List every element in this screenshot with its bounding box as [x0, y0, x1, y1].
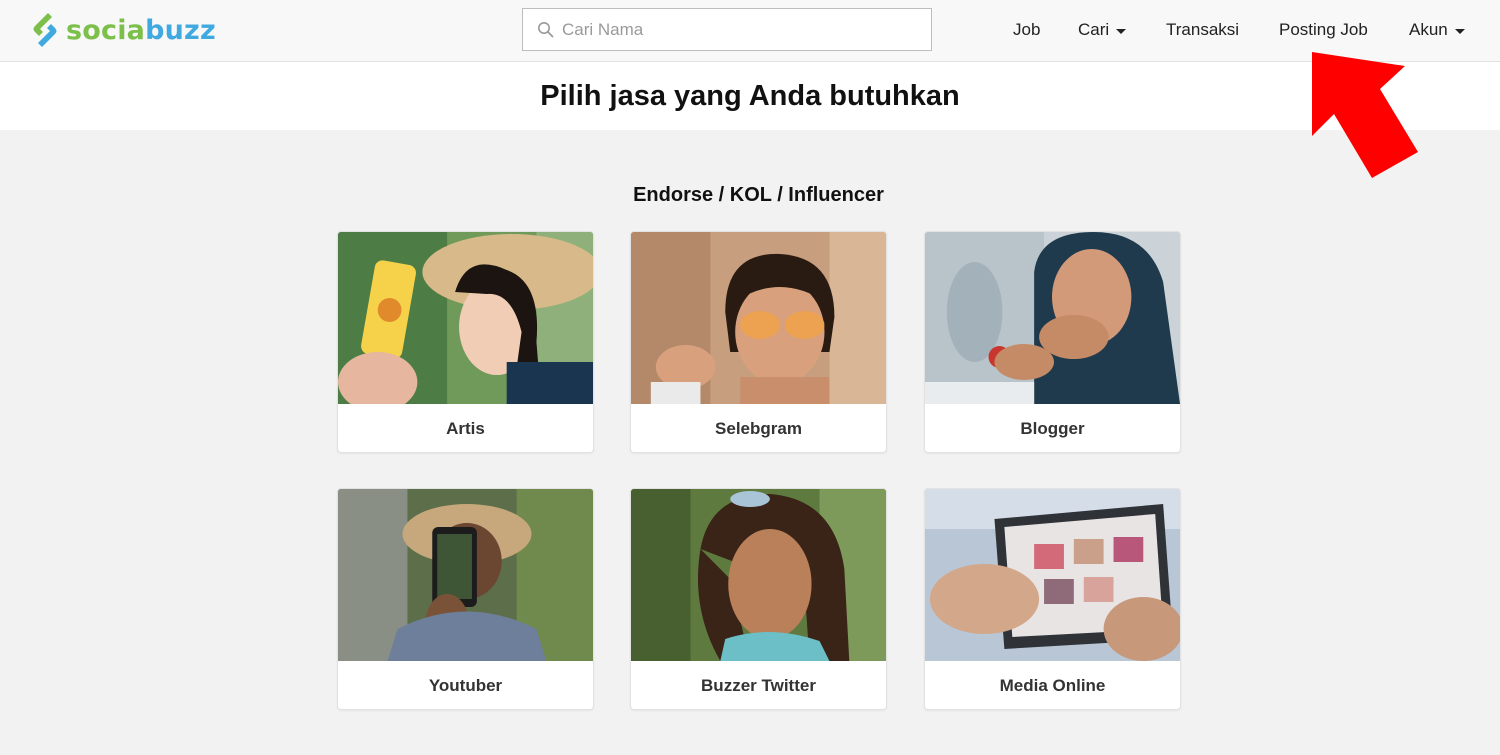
nav-cari-label: Cari [1078, 20, 1110, 39]
card-photo [338, 232, 593, 404]
card-label: Media Online [999, 676, 1106, 695]
category-card-media-online[interactable]: Media Online [924, 488, 1181, 710]
nav-akun-label: Akun [1409, 20, 1448, 39]
card-photo [338, 489, 593, 661]
card-photo [925, 489, 1180, 661]
nav-cari-dropdown[interactable]: Cari [1078, 0, 1127, 60]
nav-posting-job[interactable]: Posting Job [1279, 0, 1368, 60]
search-input[interactable] [562, 19, 922, 40]
caret-down-icon [1454, 28, 1465, 34]
search-icon [538, 22, 554, 38]
nav-transaksi-label: Transaksi [1166, 20, 1240, 39]
nav-job[interactable]: Job [1013, 0, 1040, 60]
search-box[interactable] [522, 8, 932, 51]
nav-posting-job-label: Posting Job [1279, 20, 1368, 39]
card-photo [925, 232, 1180, 404]
caret-down-icon [1116, 28, 1127, 34]
red-arrow-icon [1312, 52, 1418, 178]
logo-text: sociabuzz [66, 14, 216, 46]
category-card-youtuber[interactable]: Youtuber [337, 488, 594, 710]
card-photo [631, 232, 886, 404]
nav-job-label: Job [1013, 20, 1041, 39]
sociabuzz-logo[interactable]: sociabuzz [28, 9, 216, 51]
card-label: Selebgram [715, 419, 802, 438]
page-title: Pilih jasa yang Anda butuhkan [540, 80, 960, 112]
card-label: Artis [446, 419, 485, 438]
category-card-selebgram[interactable]: Selebgram [630, 231, 887, 453]
card-photo [631, 489, 886, 661]
category-card-buzzer-twitter[interactable]: Buzzer Twitter [630, 488, 887, 710]
card-label: Blogger [1020, 419, 1085, 438]
nav-transaksi[interactable]: Transaksi [1166, 0, 1239, 60]
card-label: Buzzer Twitter [701, 676, 816, 695]
card-label: Youtuber [428, 676, 503, 695]
nav-akun-dropdown[interactable]: Akun [1409, 0, 1465, 60]
page-title-bar: Pilih jasa yang Anda butuhkan [0, 62, 1500, 130]
category-card-blogger[interactable]: Blogger [924, 231, 1181, 453]
category-card-artis[interactable]: Artis [337, 231, 594, 453]
section-title: Endorse / KOL / Influencer [633, 184, 884, 206]
top-navbar: sociabuzz Job Cari Transaksi Posting Job… [0, 0, 1500, 62]
logo-mark-icon [33, 13, 57, 47]
